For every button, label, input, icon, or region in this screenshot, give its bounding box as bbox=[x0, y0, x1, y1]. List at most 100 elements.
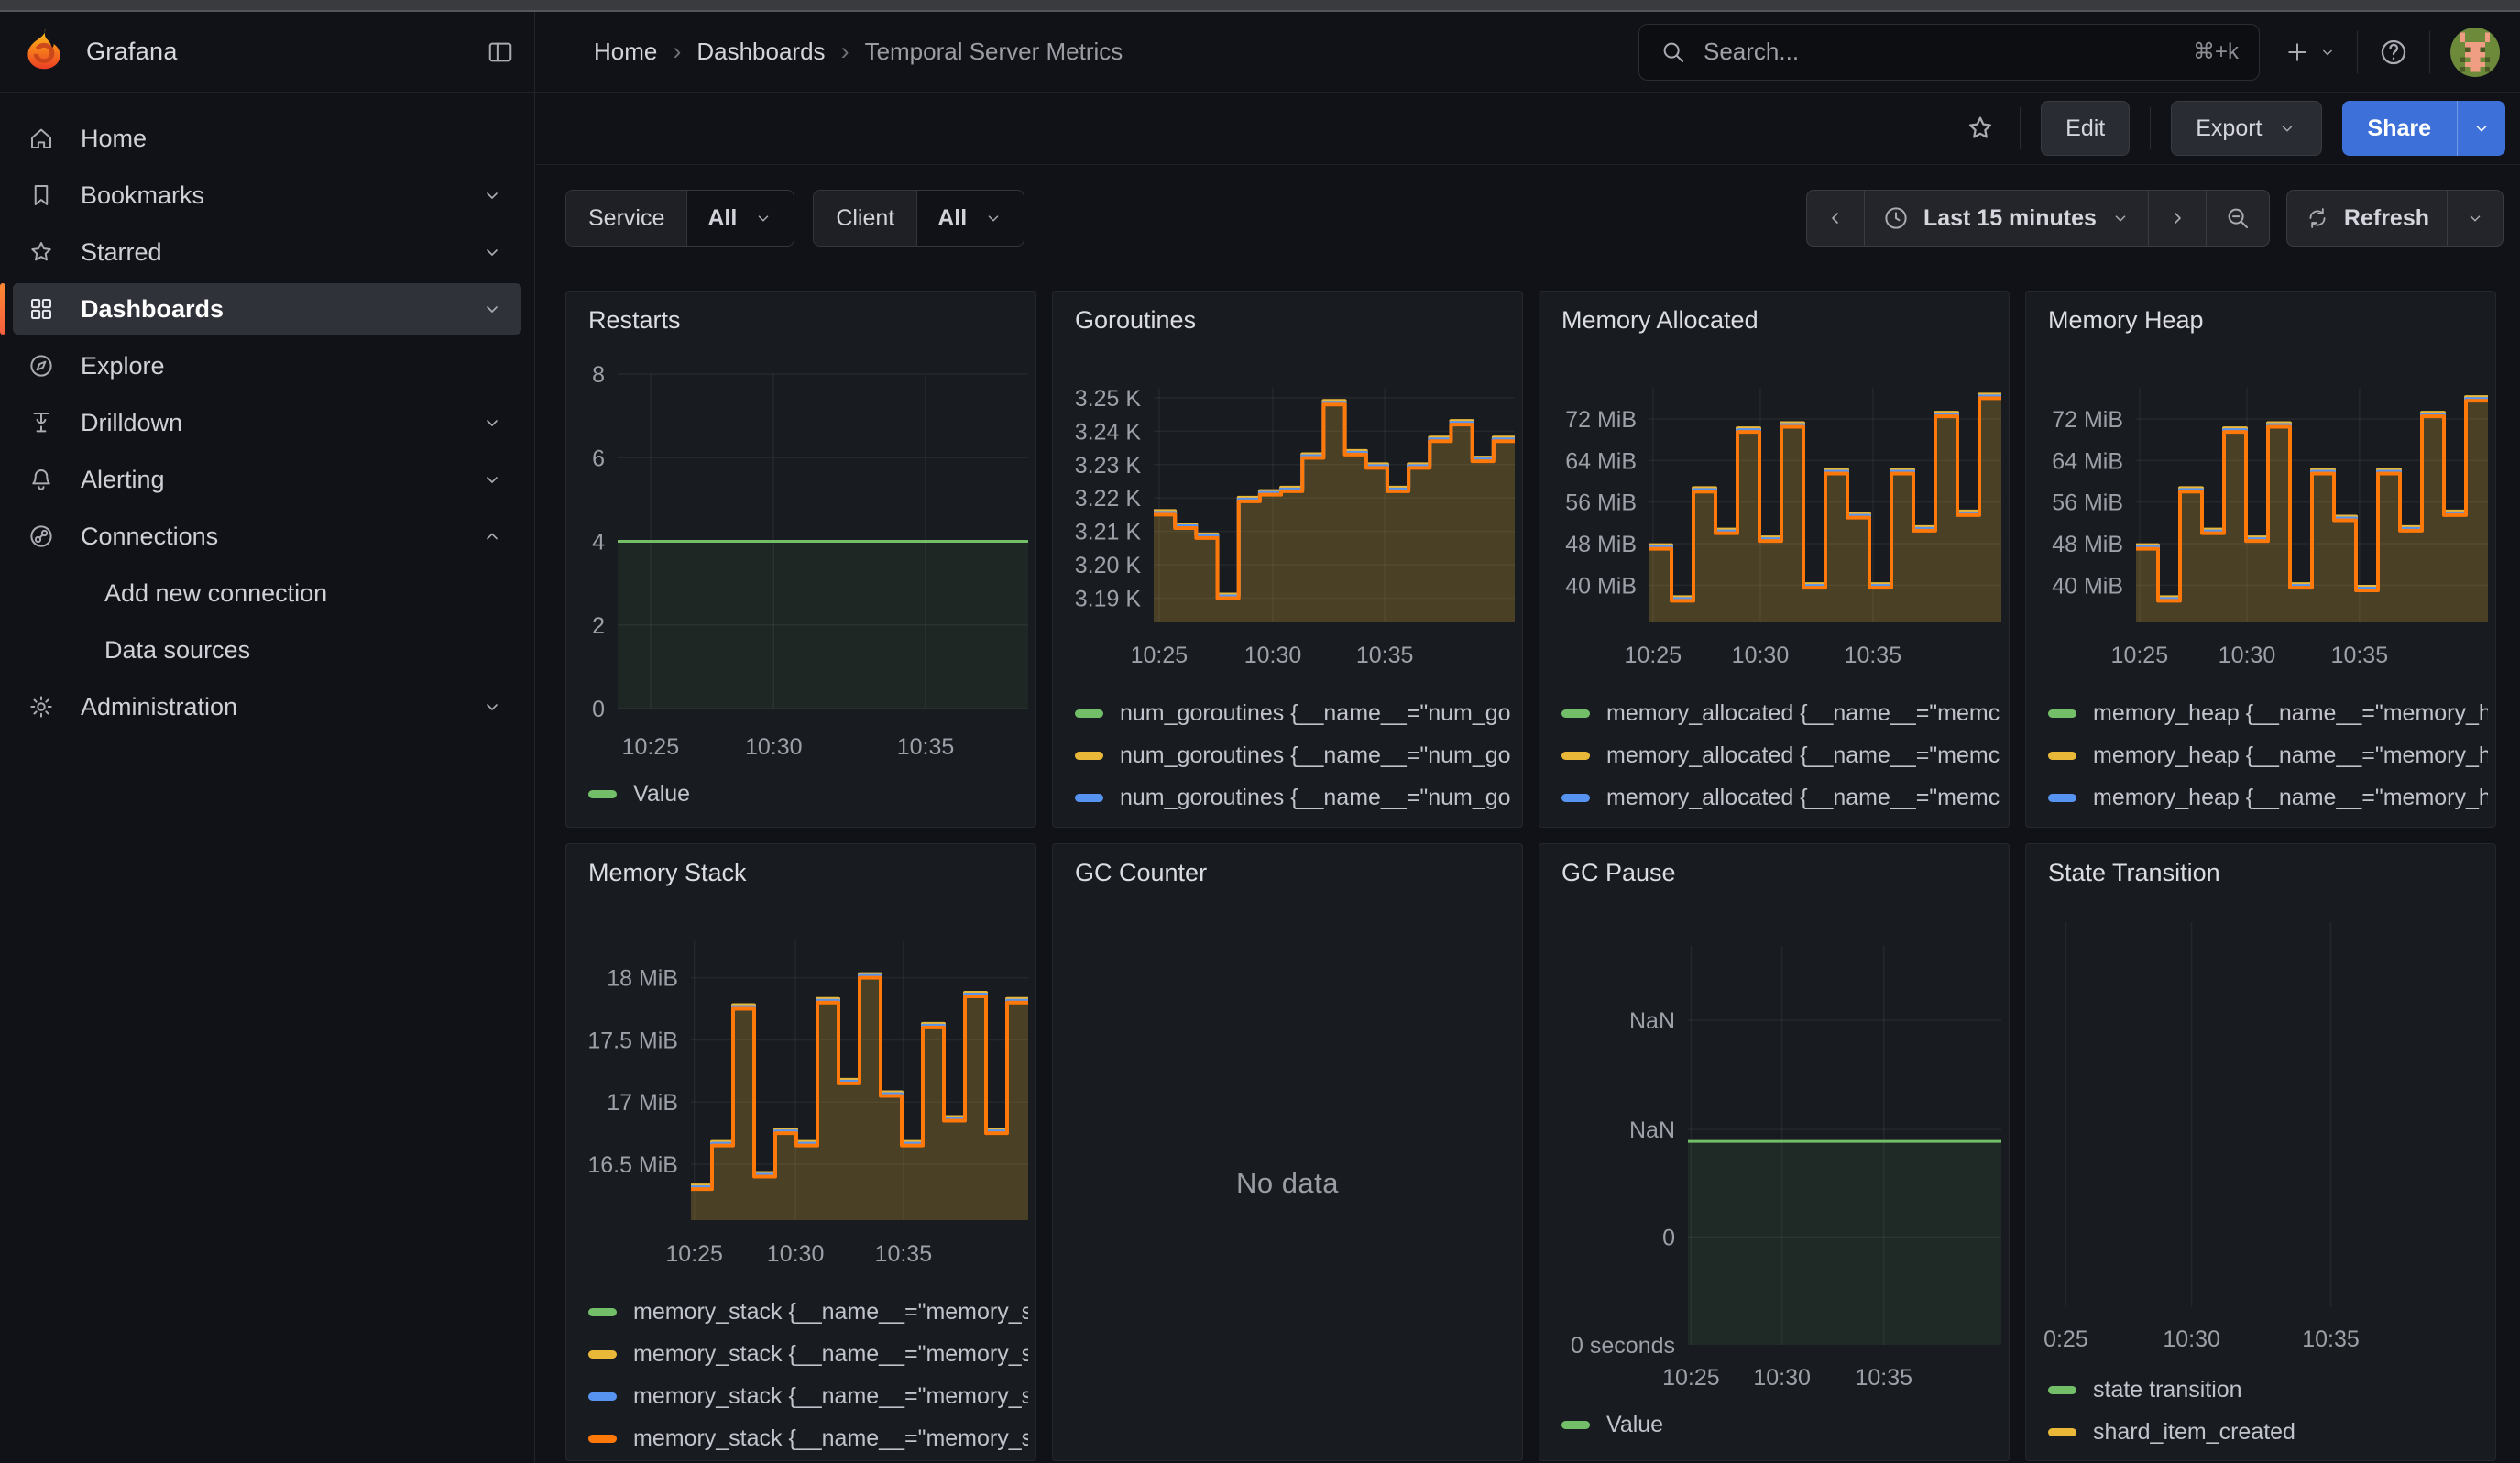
legend-item[interactable]: Value bbox=[588, 773, 1028, 815]
legend-item[interactable]: memory_heap {__name__="memory_h bbox=[2048, 734, 2488, 776]
svg-text:16.5 MiB: 16.5 MiB bbox=[587, 1152, 678, 1178]
avatar[interactable] bbox=[2450, 28, 2500, 77]
panel-title[interactable]: Restarts bbox=[588, 306, 681, 335]
home-icon bbox=[26, 125, 57, 152]
legend-label: memory_heap {__name__="memory_h bbox=[2093, 700, 2488, 727]
legend-item[interactable]: state transition bbox=[2048, 1369, 2488, 1411]
bookmark-icon bbox=[26, 182, 57, 209]
search-box[interactable]: ⌘+k bbox=[1638, 24, 2260, 81]
star-icon bbox=[1965, 113, 1996, 144]
svg-text:10:25: 10:25 bbox=[1662, 1365, 1720, 1391]
sidebar-item-label: Add new connection bbox=[104, 579, 327, 608]
svg-text:10:30: 10:30 bbox=[745, 734, 803, 760]
sidebar-item-drilldown[interactable]: Drilldown bbox=[13, 397, 521, 448]
svg-text:10:30: 10:30 bbox=[1732, 643, 1790, 668]
legend-label: memory_stack {__name__="memory_s bbox=[633, 1299, 1028, 1326]
chevron-down-icon bbox=[481, 412, 503, 434]
edit-button[interactable]: Edit bbox=[2041, 101, 2130, 156]
legend-item[interactable]: memory_allocated {__name__="memc bbox=[1561, 819, 2001, 829]
breadcrumb-item-home[interactable]: Home bbox=[594, 38, 657, 66]
panel-title[interactable]: Memory Stack bbox=[588, 859, 747, 887]
legend-label: memory_stack {__name__="memory_s bbox=[633, 1341, 1028, 1368]
sidebar-toggle-button[interactable] bbox=[487, 38, 514, 66]
sidebar-item-home[interactable]: Home bbox=[13, 113, 521, 164]
legend-item[interactable]: memory_stack {__name__="memory_s bbox=[588, 1291, 1028, 1333]
svg-text:2: 2 bbox=[592, 613, 605, 639]
brand-label: Grafana bbox=[86, 38, 178, 66]
help-icon bbox=[2378, 37, 2409, 68]
sidebar-item-explore[interactable]: Explore bbox=[13, 340, 521, 391]
sidebar-item-bookmarks[interactable]: Bookmarks bbox=[13, 170, 521, 221]
legend-item[interactable]: num_goroutines {__name__="num_go bbox=[1075, 734, 1515, 776]
breadcrumb-separator: › bbox=[841, 38, 849, 66]
legend-label: num_goroutines {__name__="num_go bbox=[1120, 700, 1511, 727]
nav-main: Home›Dashboards›Temporal Server Metrics … bbox=[535, 12, 2520, 92]
grid-icon bbox=[26, 295, 57, 323]
panel-title[interactable]: Memory Allocated bbox=[1561, 306, 1759, 335]
help-button[interactable] bbox=[2378, 37, 2409, 68]
panel-title[interactable]: GC Counter bbox=[1075, 859, 1207, 887]
sidebar-item-label: Bookmarks bbox=[81, 182, 204, 210]
svg-text:10:30: 10:30 bbox=[1753, 1365, 1811, 1391]
sidebar-item-starred[interactable]: Starred bbox=[13, 226, 521, 278]
legend-swatch bbox=[588, 1392, 617, 1401]
legend-item[interactable]: memory_allocated {__name__="memc bbox=[1561, 776, 2001, 819]
svg-text:3.23 K: 3.23 K bbox=[1075, 453, 1142, 478]
legend-item[interactable]: memory_allocated {__name__="memc bbox=[1561, 692, 2001, 734]
export-button[interactable]: Export bbox=[2171, 101, 2321, 156]
legend-item[interactable]: memory_heap {__name__="memory_h bbox=[2048, 819, 2488, 829]
legend-swatch bbox=[588, 1435, 617, 1443]
svg-text:10:30: 10:30 bbox=[1244, 643, 1302, 668]
search-input[interactable] bbox=[1702, 37, 2193, 67]
sidebar-item-administration[interactable]: Administration bbox=[13, 681, 521, 732]
svg-text:3.24 K: 3.24 K bbox=[1075, 419, 1142, 445]
panel-title[interactable]: Goroutines bbox=[1075, 306, 1196, 335]
sidebar-item-data-sources[interactable]: Data sources bbox=[13, 624, 521, 676]
panel-title[interactable]: State Transition bbox=[2048, 859, 2220, 887]
share-button[interactable]: Share bbox=[2342, 101, 2457, 156]
legend-item[interactable]: num_goroutines {__name__="num_go bbox=[1075, 819, 1515, 829]
grafana-logo[interactable] bbox=[24, 28, 64, 76]
sidebar-item-alerting[interactable]: Alerting bbox=[13, 454, 521, 505]
sidebar-item-label: Dashboards bbox=[81, 295, 224, 324]
dashboard-toolbar: Edit Export Share bbox=[536, 93, 2520, 165]
svg-text:10:35: 10:35 bbox=[875, 1241, 933, 1267]
legend-swatch bbox=[1075, 710, 1103, 718]
legend-item[interactable]: shard_item_created bbox=[2048, 1411, 2488, 1453]
legend-item[interactable]: memory_stack {__name__="memory_s bbox=[588, 1333, 1028, 1375]
chevron-down-icon bbox=[481, 696, 503, 718]
panel-legend: memory_heap {__name__="memory_hmemory_he… bbox=[2048, 692, 2488, 829]
legend-item[interactable]: memory_allocated {__name__="memc bbox=[1561, 734, 2001, 776]
chart-canvas: 10:2510:3010:3586420 bbox=[566, 292, 1035, 825]
legend-item[interactable]: num_goroutines {__name__="num_go bbox=[1075, 692, 1515, 734]
legend-item[interactable]: Value bbox=[1561, 1403, 2001, 1446]
sidebar-item-dashboards[interactable]: Dashboards bbox=[13, 283, 521, 335]
legend-label: memory_stack {__name__="memory_s bbox=[633, 1383, 1028, 1410]
legend-item[interactable]: memory_heap {__name__="memory_h bbox=[2048, 776, 2488, 819]
legend-item[interactable]: memory_stack {__name__="memory_s bbox=[588, 1417, 1028, 1459]
favorite-star-button[interactable] bbox=[1965, 113, 1996, 144]
sidebar-item-label: Administration bbox=[81, 693, 237, 721]
panel-goroutines: Goroutines10:2510:3010:353.25 K3.24 K3.2… bbox=[1052, 291, 1523, 828]
panel-memory_stack: Memory Stack10:2510:3010:3518 MiB17.5 Mi… bbox=[565, 843, 1036, 1461]
sidebar: Home Bookmarks Starred Dashboards Explore Dri… bbox=[0, 93, 535, 1463]
svg-text:40 MiB: 40 MiB bbox=[1565, 573, 1637, 599]
drilldown-icon bbox=[26, 409, 57, 436]
legend-swatch bbox=[588, 1308, 617, 1316]
sidebar-item-connections[interactable]: Connections bbox=[13, 511, 521, 562]
chevron-down-icon bbox=[481, 184, 503, 206]
breadcrumb-item-dashboards[interactable]: Dashboards bbox=[696, 38, 825, 66]
panel-title[interactable]: GC Pause bbox=[1561, 859, 1676, 887]
legend-item[interactable]: num_goroutines {__name__="num_go bbox=[1075, 776, 1515, 819]
sidebar-item-add-new-connection[interactable]: Add new connection bbox=[13, 567, 521, 619]
share-options-button[interactable] bbox=[2457, 101, 2505, 156]
legend-label: state transition bbox=[2093, 1377, 2242, 1403]
legend-item[interactable]: memory_stack {__name__="memory_s bbox=[588, 1375, 1028, 1417]
panel-gc_pause: GC Pause10:2510:3010:35NaNNaN00 secondsV… bbox=[1539, 843, 2010, 1461]
add-button[interactable] bbox=[2284, 38, 2337, 66]
legend-item[interactable]: memory_heap {__name__="memory_h bbox=[2048, 692, 2488, 734]
svg-text:0 seconds: 0 seconds bbox=[1571, 1333, 1675, 1358]
sidebar-item-label: Home bbox=[81, 125, 147, 153]
chevron-down-icon bbox=[481, 468, 503, 490]
panel-title[interactable]: Memory Heap bbox=[2048, 306, 2204, 335]
